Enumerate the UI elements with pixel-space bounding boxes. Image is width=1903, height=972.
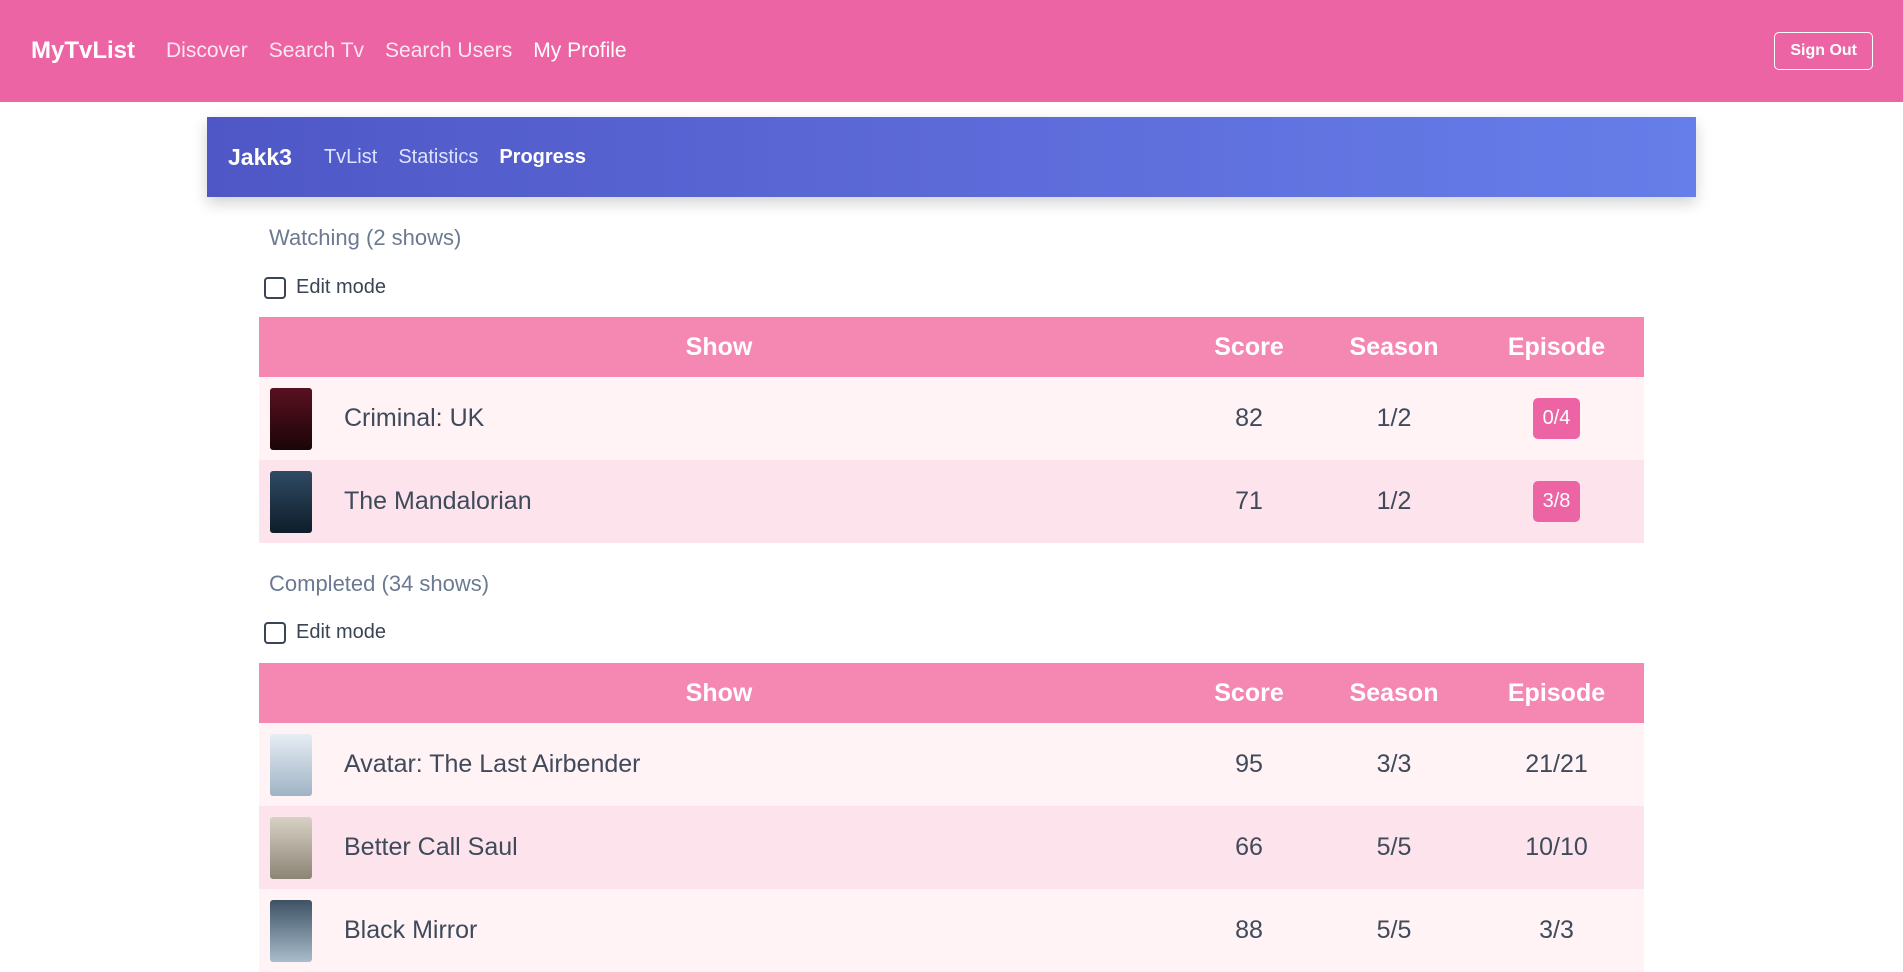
edit-mode-checkbox[interactable] [264,621,286,644]
table-row: The Mandalorian 71 1/2 3/8 [259,460,1644,543]
season-cell: 3/3 [1319,723,1469,806]
score-cell: 66 [1179,806,1319,889]
column-header-episode[interactable]: Episode [1469,317,1644,377]
completed-section-title: Completed (34 shows) [269,571,490,596]
show-poster[interactable] [270,816,312,879]
show-name[interactable]: Black Mirror [344,916,477,945]
season-cell: 5/5 [1319,806,1469,889]
show-name[interactable]: Better Call Saul [344,833,518,862]
table-row: Black Mirror 88 5/5 3/3 [259,889,1644,972]
column-header-score[interactable]: Score [1179,317,1319,377]
table-row: Better Call Saul 66 5/5 10/10 [259,806,1644,889]
nav-link-search-tv[interactable]: Search Tv [269,39,364,63]
main-nav: Discover Search Tv Search Users My Profi… [166,39,627,63]
completed-edit-mode: Edit mode [264,621,386,644]
nav-link-search-users[interactable]: Search Users [385,39,512,63]
season-cell: 5/5 [1319,889,1469,972]
sign-out-button[interactable]: Sign Out [1774,32,1873,70]
episode-cell: 0/4 [1469,377,1644,460]
top-navbar: MyTvList Discover Search Tv Search Users… [0,0,1903,102]
show-poster[interactable] [270,470,312,533]
show-cell: Black Mirror [259,889,1179,972]
score-cell: 95 [1179,723,1319,806]
tab-progress[interactable]: Progress [499,146,586,169]
column-header-episode[interactable]: Episode [1469,663,1644,723]
table-row: Criminal: UK 82 1/2 0/4 [259,377,1644,460]
episode-cell: 3/8 [1469,460,1644,543]
tab-statistics[interactable]: Statistics [398,146,478,169]
column-header-season[interactable]: Season [1319,663,1469,723]
score-cell: 88 [1179,889,1319,972]
table-row: Avatar: The Last Airbender 95 3/3 21/21 [259,723,1644,806]
show-name[interactable]: Avatar: The Last Airbender [344,750,640,779]
profile-tabs: TvList Statistics Progress [324,146,586,169]
show-poster[interactable] [270,733,312,796]
score-cell: 71 [1179,460,1319,543]
show-cell: Criminal: UK [259,377,1179,460]
season-cell: 1/2 [1319,377,1469,460]
tab-tvlist[interactable]: TvList [324,146,377,169]
brand-logo[interactable]: MyTvList [31,37,135,65]
episode-cell: 21/21 [1469,723,1644,806]
profile-bar: Jakk3 TvList Statistics Progress [207,117,1696,197]
edit-mode-label: Edit mode [296,621,387,643]
show-cell: The Mandalorian [259,460,1179,543]
episode-cell: 10/10 [1469,806,1644,889]
episode-cell: 3/3 [1469,889,1644,972]
table-header-row: Show Score Season Episode [259,317,1644,377]
watching-edit-mode: Edit mode [264,276,386,299]
edit-mode-label: Edit mode [296,276,387,298]
watching-table: Show Score Season Episode Criminal: UK 8… [259,317,1644,543]
profile-username[interactable]: Jakk3 [228,144,292,171]
score-cell: 82 [1179,377,1319,460]
watching-section-title: Watching (2 shows) [269,225,462,250]
show-poster[interactable] [270,387,312,450]
episode-progress-button[interactable]: 3/8 [1532,481,1581,522]
show-name[interactable]: The Mandalorian [344,487,532,516]
edit-mode-checkbox[interactable] [264,276,286,299]
column-header-season[interactable]: Season [1319,317,1469,377]
column-header-score[interactable]: Score [1179,663,1319,723]
column-header-show[interactable]: Show [259,317,1179,377]
show-name[interactable]: Criminal: UK [344,404,484,433]
season-cell: 1/2 [1319,460,1469,543]
nav-link-discover[interactable]: Discover [166,39,248,63]
column-header-show[interactable]: Show [259,663,1179,723]
episode-progress-button[interactable]: 0/4 [1532,398,1581,439]
show-cell: Avatar: The Last Airbender [259,723,1179,806]
completed-table: Show Score Season Episode Avatar: The La… [259,663,1644,972]
show-cell: Better Call Saul [259,806,1179,889]
show-poster[interactable] [270,899,312,962]
table-header-row: Show Score Season Episode [259,663,1644,723]
nav-link-my-profile[interactable]: My Profile [533,39,626,63]
